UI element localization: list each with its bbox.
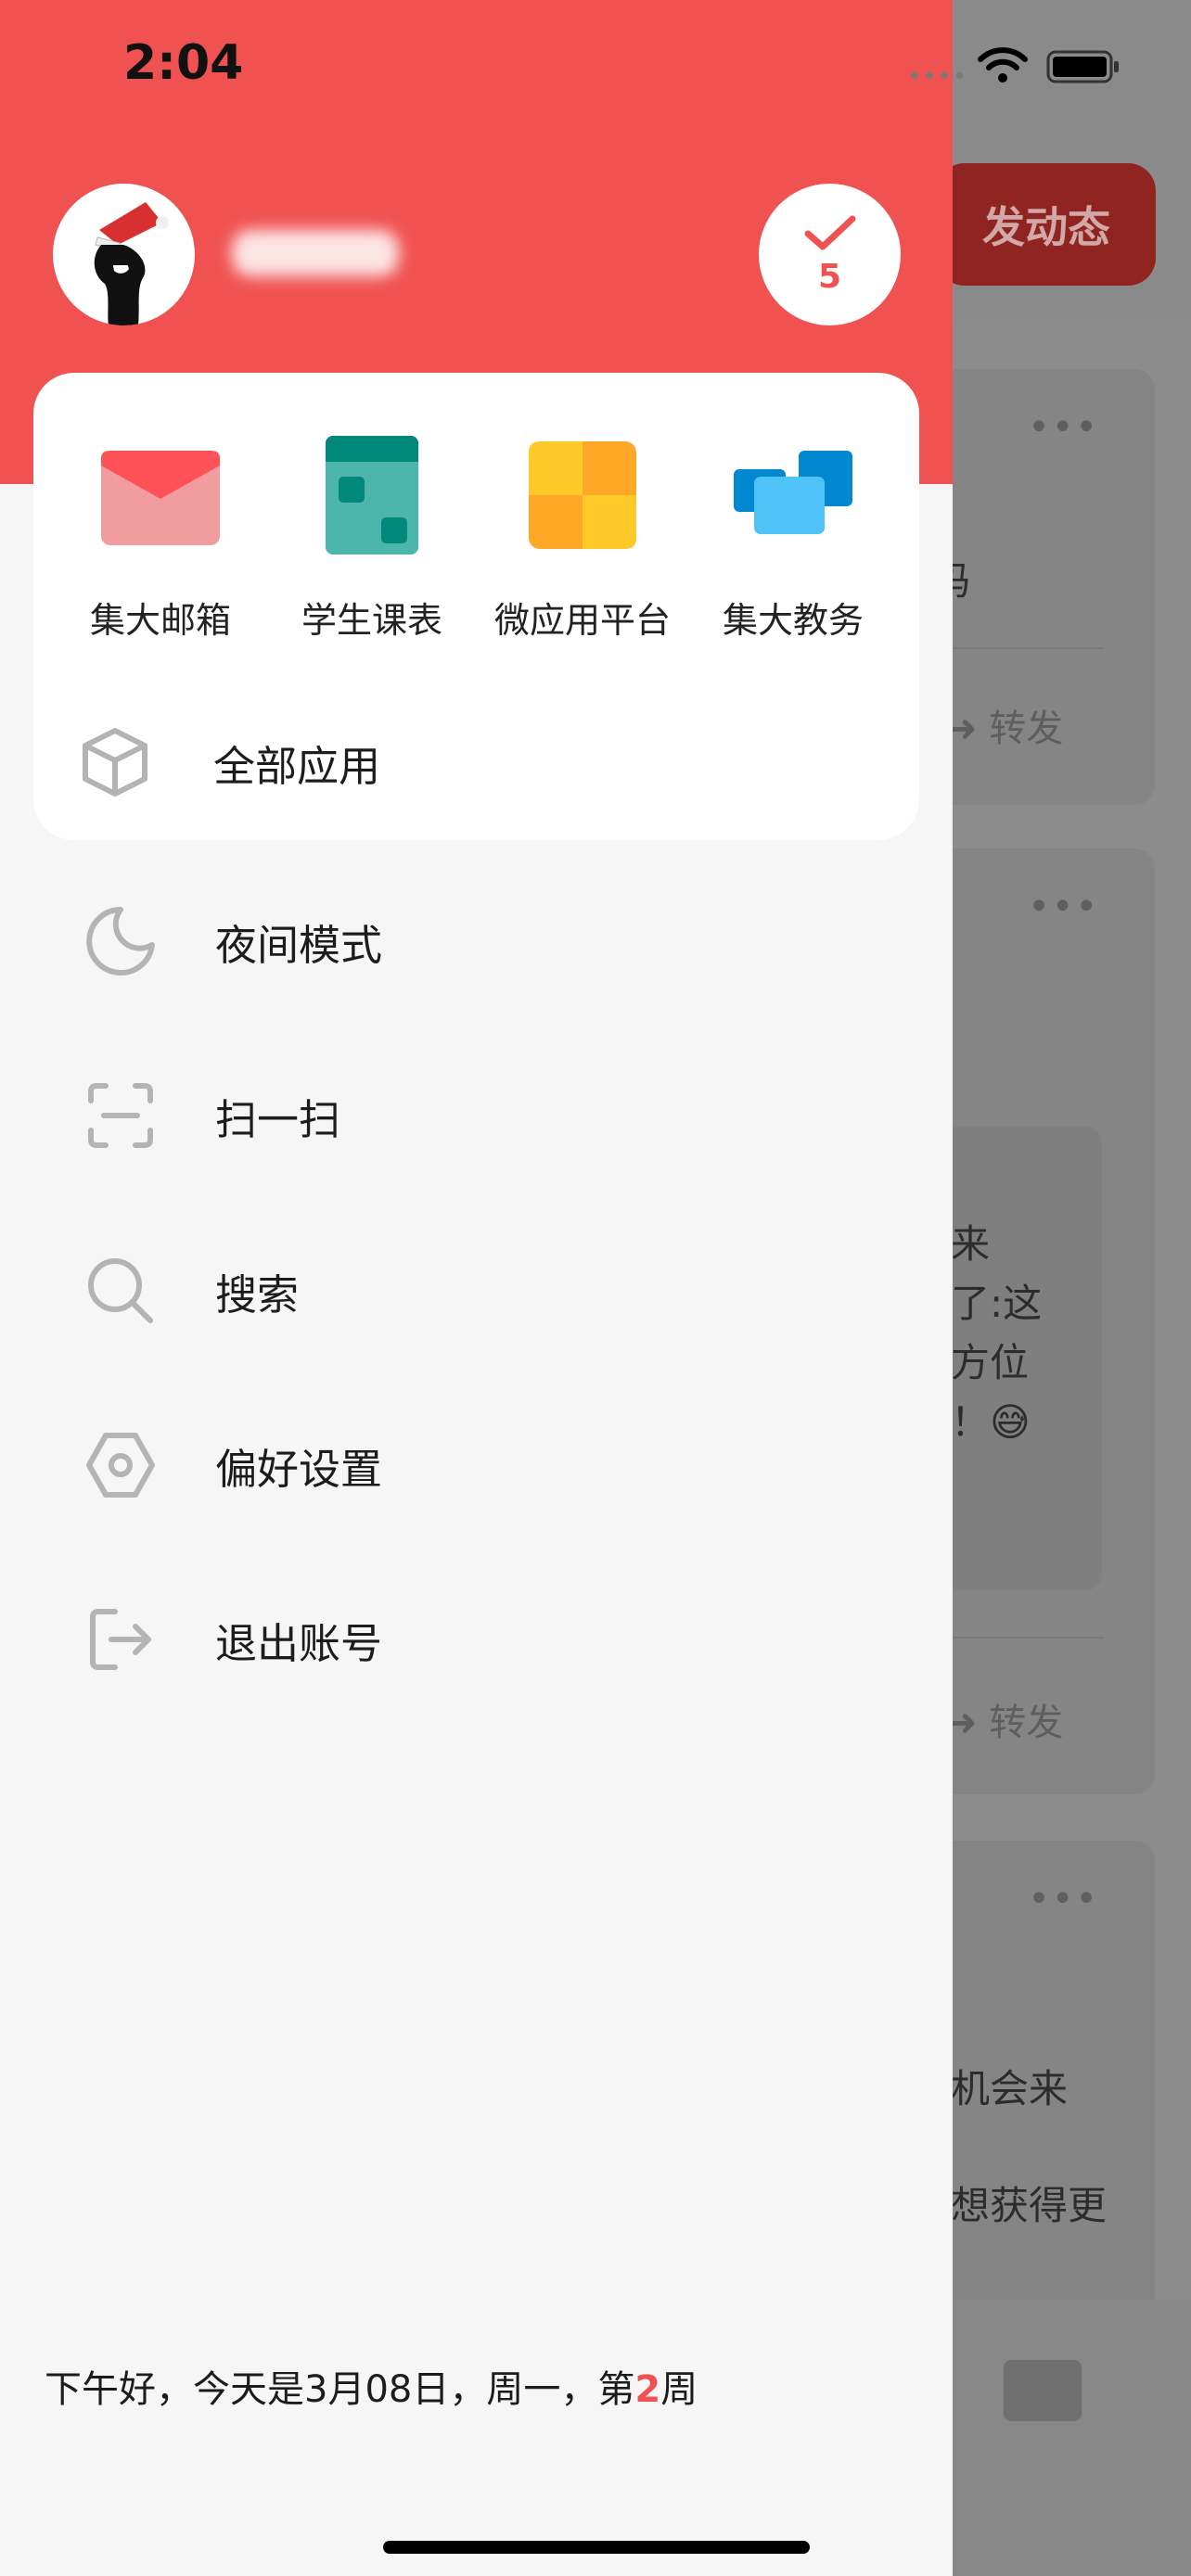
- all-apps-label: 全部应用: [213, 741, 381, 791]
- app-jida-academic-affairs[interactable]: 集大教务: [686, 430, 900, 643]
- app-label: 学生课表: [301, 600, 442, 641]
- all-apps-item[interactable]: 全部应用: [78, 714, 876, 810]
- more-icon[interactable]: •••: [1028, 406, 1099, 449]
- checkin-count: 5: [817, 258, 842, 296]
- menu-label: 扫一扫: [215, 1094, 341, 1144]
- app-label: 集大教务: [722, 600, 864, 641]
- check-icon: [804, 215, 855, 250]
- more-icon[interactable]: •••: [1028, 1878, 1099, 1920]
- forward-button[interactable]: ➜ 转发: [946, 698, 1063, 752]
- logout-icon: [83, 1602, 158, 1677]
- greeting-text: 下午好，今天是3月08日，周一，第2周: [45, 2368, 698, 2411]
- app-jida-mail[interactable]: 集大邮箱: [54, 430, 267, 643]
- feed-bottom-tabbar: [953, 2300, 1191, 2576]
- app-label: 微应用平台: [493, 600, 671, 641]
- timetable-icon: [307, 430, 437, 560]
- feed-card-text: 来 了:这 方位 ！😅: [951, 1221, 1043, 1445]
- home-indicator: [383, 2541, 810, 2554]
- menu-item-night-mode[interactable]: 夜间模式: [83, 890, 900, 992]
- quick-apps-card: 集大邮箱 学生课表 微应用平台 集大教务 全部应用: [33, 373, 919, 840]
- menu-item-scan[interactable]: 扫一扫: [83, 1065, 900, 1167]
- mail-icon: [96, 430, 225, 560]
- post-status-button[interactable]: 发动态: [937, 163, 1156, 286]
- more-icon[interactable]: •••: [1028, 886, 1099, 928]
- avatar[interactable]: [53, 184, 195, 325]
- status-icons: ••••: [907, 45, 1176, 91]
- micro-app-platform-icon: [518, 430, 647, 560]
- cube-icon: [78, 725, 152, 799]
- username-blurred: [232, 230, 399, 276]
- menu-label: 偏好设置: [215, 1444, 383, 1494]
- forward-button[interactable]: ➜ 转发: [946, 1692, 1063, 1746]
- week-number: 2: [634, 2368, 661, 2411]
- scan-icon: [83, 1078, 158, 1153]
- feed-card-text: 机会来 想获得更: [951, 2066, 1108, 2228]
- signal-icon: ••••: [907, 63, 968, 91]
- settings-icon: [83, 1428, 158, 1502]
- moon-icon: [83, 904, 158, 978]
- app-label: 集大邮箱: [89, 600, 231, 641]
- menu-item-preferences[interactable]: 偏好设置: [83, 1414, 900, 1516]
- search-icon: [83, 1254, 158, 1328]
- menu-label: 搜索: [215, 1269, 300, 1320]
- menu-label: 退出账号: [215, 1618, 383, 1668]
- battery-icon: [1046, 50, 1119, 83]
- status-time: 2:04: [123, 35, 244, 91]
- menu-item-logout[interactable]: 退出账号: [83, 1588, 900, 1690]
- app-micro-app-platform[interactable]: 微应用平台: [476, 430, 689, 643]
- menu-label: 夜间模式: [215, 920, 383, 970]
- messages-tab-icon[interactable]: [1004, 2360, 1082, 2421]
- wifi-icon: [978, 47, 1028, 83]
- academic-affairs-icon: [728, 430, 858, 560]
- side-drawer: 2:04 5 集大邮箱 学生课表 微应用平台 集大教务 全部应用 夜间模式 扫一…: [0, 0, 953, 2576]
- app-student-timetable[interactable]: 学生课表: [265, 430, 479, 643]
- menu-item-search[interactable]: 搜索: [83, 1240, 900, 1342]
- checkin-badge[interactable]: 5: [759, 184, 901, 325]
